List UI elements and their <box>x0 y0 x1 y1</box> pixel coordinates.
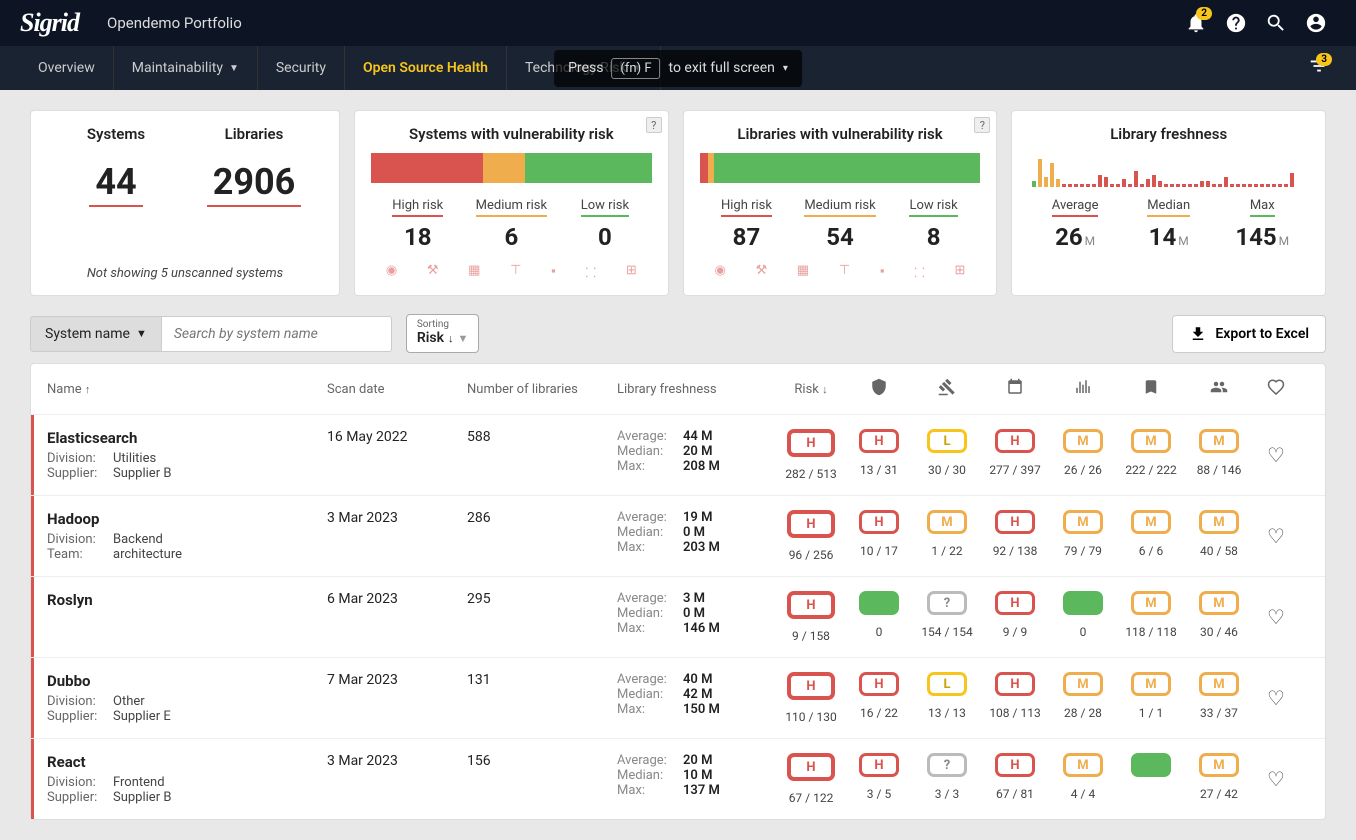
search-icon[interactable] <box>1256 3 1296 43</box>
systems-table: Name ↑ Scan date Number of libraries Lib… <box>30 363 1326 820</box>
favorite-button[interactable]: ♡ <box>1253 510 1299 548</box>
notifications-badge: 2 <box>1196 7 1212 20</box>
system-name: Elasticsearch <box>47 429 327 447</box>
top-bar: Sigrid Opendemo Portfolio 2 <box>0 0 1356 46</box>
risk-bar <box>700 153 981 183</box>
help-icon[interactable]: ? <box>646 117 662 133</box>
scope-dropdown[interactable]: System name▼ <box>30 316 162 352</box>
table-row[interactable]: ReactDivision:FrontendSupplier:Supplier … <box>31 738 1325 819</box>
people-icon[interactable] <box>1185 378 1253 400</box>
notifications-icon[interactable]: 2 <box>1176 3 1216 43</box>
logo: Sigrid <box>20 8 79 38</box>
fullscreen-hint: Press (fn) F to exit full screen ▾ <box>554 50 802 87</box>
nav-item-overview[interactable]: Overview <box>20 46 114 90</box>
table-row[interactable]: HadoopDivision:BackendTeam:architecture3… <box>31 495 1325 576</box>
col-freshness[interactable]: Library freshness <box>617 382 777 397</box>
favorite-button[interactable]: ♡ <box>1253 429 1299 467</box>
export-button[interactable]: Export to Excel <box>1172 315 1326 353</box>
system-name: Roslyn <box>47 591 327 609</box>
summary-card: Systems 44 Libraries 2906 Not showing 5 … <box>30 110 340 296</box>
nav-item-open-source-health[interactable]: Open Source Health <box>345 46 507 90</box>
table-row[interactable]: DubboDivision:OtherSupplier:Supplier E7 … <box>31 657 1325 738</box>
help-icon[interactable]: ? <box>974 117 990 133</box>
col-num-libraries[interactable]: Number of libraries <box>467 382 617 397</box>
table-row[interactable]: Roslyn6 Mar 2023295Average:3 MMedian:0 M… <box>31 576 1325 657</box>
calendar-icon[interactable] <box>981 378 1049 400</box>
systems-label: Systems <box>47 125 185 143</box>
libraries-risk-card: ? Libraries with vulnerability risk High… <box>683 110 998 296</box>
systems-risk-card: ? Systems with vulnerability risk High r… <box>354 110 669 296</box>
sort-dropdown[interactable]: Sorting Risk↓▼ <box>406 314 480 353</box>
freshness-sparkline <box>1028 153 1309 187</box>
category-icons: ◉⚒▦⊤▪⸬⊞ <box>371 263 652 281</box>
libraries-label: Libraries <box>185 125 323 143</box>
system-name: React <box>47 753 327 771</box>
bookmark-icon[interactable] <box>1117 378 1185 400</box>
table-header: Name ↑ Scan date Number of libraries Lib… <box>31 364 1325 414</box>
keyboard-key: (fn) F <box>611 58 660 79</box>
shield-icon[interactable] <box>845 378 913 400</box>
system-name: Hadoop <box>47 510 327 528</box>
filter-icon[interactable]: 3 <box>1302 49 1336 87</box>
nav-item-security[interactable]: Security <box>258 46 345 90</box>
table-row[interactable]: ElasticsearchDivision:UtilitiesSupplier:… <box>31 414 1325 495</box>
help-icon[interactable] <box>1216 3 1256 43</box>
favorite-button[interactable]: ♡ <box>1253 591 1299 629</box>
filter-badge: 3 <box>1316 53 1332 66</box>
col-risk[interactable]: Risk ↓ <box>777 382 845 397</box>
col-scan-date[interactable]: Scan date <box>327 382 467 397</box>
nav-item-maintainability[interactable]: Maintainability▼ <box>114 46 258 90</box>
activity-icon[interactable] <box>1049 378 1117 400</box>
search-input[interactable] <box>162 316 392 352</box>
account-icon[interactable] <box>1296 3 1336 43</box>
nav-bar: OverviewMaintainability▼SecurityOpen Sou… <box>0 46 1356 90</box>
system-name: Dubbo <box>47 672 327 690</box>
category-icons: ◉⚒▦⊤▪⸬⊞ <box>700 263 981 281</box>
systems-value: 44 <box>89 161 142 207</box>
heart-icon <box>1253 378 1299 400</box>
libraries-value: 2906 <box>207 161 302 207</box>
freshness-card: Library freshness Average26M Median14M M… <box>1011 110 1326 296</box>
risk-bar <box>371 153 652 183</box>
col-name[interactable]: Name ↑ <box>47 382 327 397</box>
unscanned-note: Not showing 5 unscanned systems <box>47 266 323 281</box>
gavel-icon[interactable] <box>913 378 981 400</box>
favorite-button[interactable]: ♡ <box>1253 753 1299 791</box>
controls-bar: System name▼ Sorting Risk↓▼ Export to Ex… <box>30 314 1326 353</box>
favorite-button[interactable]: ♡ <box>1253 672 1299 710</box>
portfolio-name: Opendemo Portfolio <box>107 14 242 32</box>
